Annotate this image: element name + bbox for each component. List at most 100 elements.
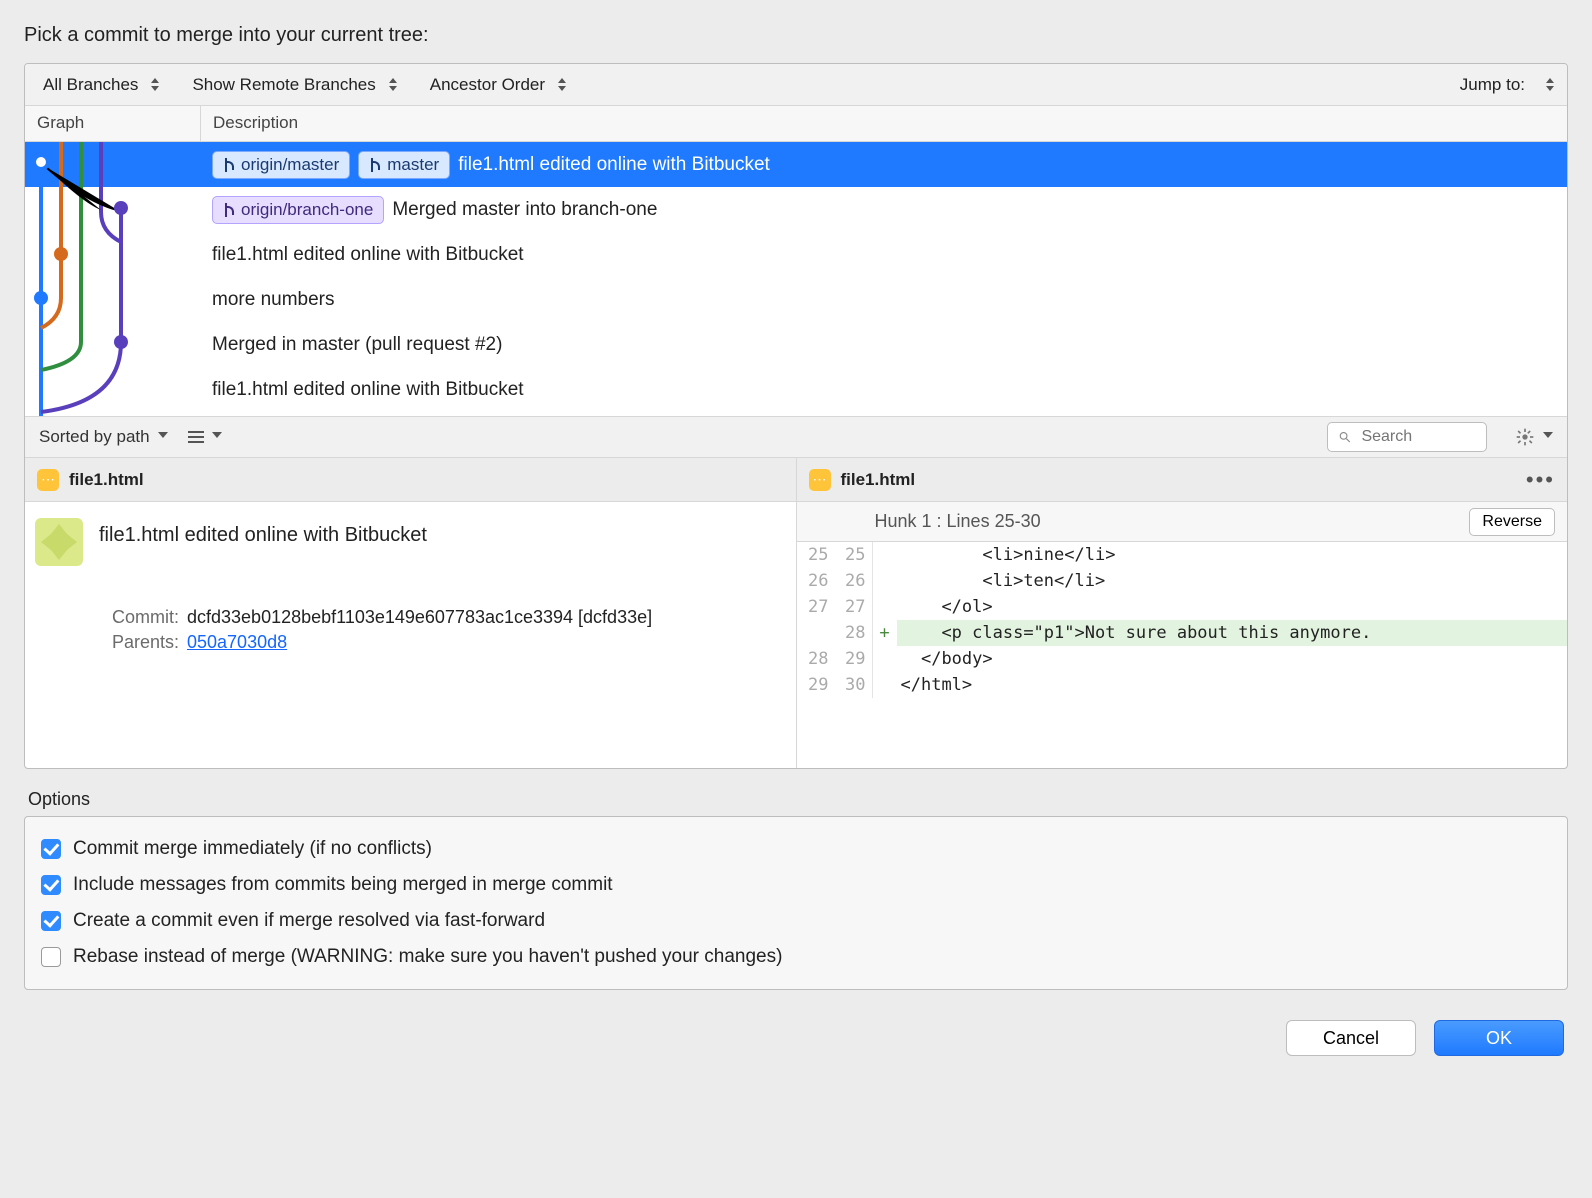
- graph-cell: [25, 322, 200, 367]
- option-row[interactable]: Include messages from commits being merg…: [41, 867, 1551, 903]
- graph-cell: [25, 367, 200, 412]
- remote-filter[interactable]: Show Remote Branches: [192, 75, 399, 95]
- options-title: Options: [28, 789, 1568, 810]
- order-filter-label: Ancestor Order: [430, 75, 545, 95]
- reverse-button[interactable]: Reverse: [1469, 508, 1555, 536]
- old-lineno: 26: [797, 568, 835, 594]
- options-group: Commit merge immediately (if no conflict…: [24, 816, 1568, 990]
- commit-row[interactable]: Merged in master (pull request #2): [25, 322, 1567, 367]
- diff-line[interactable]: 28+ <p class="p1">Not sure about this an…: [797, 620, 1568, 646]
- jump-to[interactable]: Jump to:: [1460, 75, 1525, 95]
- diff-code[interactable]: 2525 <li>nine</li>2626 <li>ten</li>2727 …: [797, 542, 1568, 698]
- commit-row[interactable]: origin/mastermasterfile1.html edited onl…: [25, 142, 1567, 187]
- file-header-right[interactable]: ⋯ file1.html •••: [797, 458, 1568, 502]
- file-name-right: file1.html: [841, 470, 916, 490]
- branch-icon: [223, 203, 235, 217]
- new-lineno: 26: [835, 568, 873, 594]
- description-column-header: Description: [200, 106, 1567, 141]
- option-label: Commit merge immediately (if no conflict…: [73, 838, 432, 860]
- commit-row[interactable]: more numbers: [25, 277, 1567, 322]
- diff-marker: [873, 594, 897, 620]
- option-row[interactable]: Create a commit even if merge resolved v…: [41, 903, 1551, 939]
- list-icon: [188, 431, 204, 443]
- commit-detail-pane: ⋯ file1.html file1.html edited online wi…: [25, 458, 796, 768]
- graph-column-header: Graph: [25, 106, 200, 141]
- parent-link[interactable]: 050a7030d8: [187, 632, 287, 653]
- search-icon: [1338, 429, 1351, 445]
- option-row[interactable]: Commit merge immediately (if no conflict…: [41, 831, 1551, 867]
- checkbox[interactable]: [41, 875, 61, 895]
- file-icon: ⋯: [809, 469, 831, 491]
- updown-icon[interactable]: [1543, 76, 1557, 94]
- settings-menu[interactable]: [1507, 427, 1553, 447]
- more-icon[interactable]: •••: [1526, 467, 1555, 493]
- search-input[interactable]: [1359, 427, 1476, 447]
- graph-cell: [25, 277, 200, 322]
- commit-desc: origin/branch-one Merged master into bran…: [200, 196, 1567, 224]
- new-lineno: 29: [835, 646, 873, 672]
- commit-row[interactable]: file1.html edited online with Bitbucket: [25, 367, 1567, 412]
- chevron-down-icon: [158, 432, 168, 442]
- view-mode[interactable]: [188, 431, 222, 443]
- checkbox[interactable]: [41, 911, 61, 931]
- ok-button[interactable]: OK: [1434, 1020, 1564, 1056]
- commit-row[interactable]: file1.html edited online with Bitbucket: [25, 232, 1567, 277]
- commit-desc: more numbers: [200, 289, 1567, 311]
- branch-tag[interactable]: origin/master: [212, 151, 350, 179]
- old-lineno: 27: [797, 594, 835, 620]
- cancel-button[interactable]: Cancel: [1286, 1020, 1416, 1056]
- updown-icon: [555, 76, 569, 94]
- diff-text: <li>ten</li>: [897, 568, 1568, 594]
- detail-toolbar: Sorted by path: [25, 416, 1567, 458]
- new-lineno: 30: [835, 672, 873, 698]
- hunk-header: Hunk 1 : Lines 25-30 Reverse: [797, 502, 1568, 542]
- commit-label: Commit:: [99, 607, 179, 628]
- search-box[interactable]: [1327, 422, 1487, 452]
- commit-row[interactable]: origin/branch-one Merged master into bran…: [25, 187, 1567, 232]
- commit-message: Merged master into branch-one: [392, 199, 657, 221]
- branch-tag[interactable]: master: [358, 151, 450, 179]
- new-lineno: 27: [835, 594, 873, 620]
- diff-line[interactable]: 2525 <li>nine</li>: [797, 542, 1568, 568]
- commit-desc: file1.html edited online with Bitbucket: [200, 244, 1567, 266]
- diff-line[interactable]: 2930 </html>: [797, 672, 1568, 698]
- diff-text: <li>nine</li>: [897, 542, 1568, 568]
- option-label: Rebase instead of merge (WARNING: make s…: [73, 946, 782, 968]
- commit-message: more numbers: [212, 289, 335, 311]
- dialog-title: Pick a commit to merge into your current…: [24, 24, 1568, 47]
- diff-marker: +: [873, 620, 897, 646]
- commit-list[interactable]: origin/master master file1.html edited onl…: [25, 142, 1567, 416]
- order-filter[interactable]: Ancestor Order: [430, 75, 569, 95]
- diff-marker: [873, 542, 897, 568]
- new-lineno: 25: [835, 542, 873, 568]
- sort-label: Sorted by path: [39, 427, 150, 447]
- old-lineno: 29: [797, 672, 835, 698]
- branch-tag-label: master: [387, 155, 439, 175]
- checkbox[interactable]: [41, 947, 61, 967]
- diff-text: </html>: [897, 672, 1568, 698]
- sort-dropdown[interactable]: Sorted by path: [39, 427, 168, 447]
- old-lineno: 28: [797, 646, 835, 672]
- diff-line[interactable]: 2626 <li>ten</li>: [797, 568, 1568, 594]
- diff-line[interactable]: 2727 </ol>: [797, 594, 1568, 620]
- filter-bar: All Branches Show Remote Branches Ancest…: [25, 64, 1567, 106]
- branch-filter[interactable]: All Branches: [43, 75, 162, 95]
- file-icon: ⋯: [37, 469, 59, 491]
- file-header-left[interactable]: ⋯ file1.html: [25, 458, 796, 502]
- new-lineno: 28: [835, 620, 873, 646]
- diff-line[interactable]: 2829 </body>: [797, 646, 1568, 672]
- commit-subject: file1.html edited online with Bitbucket: [99, 524, 786, 547]
- diff-marker: [873, 568, 897, 594]
- dialog-footer: Cancel OK: [24, 1020, 1568, 1056]
- commit-desc: file1.html edited online with Bitbucket: [200, 379, 1567, 401]
- option-row[interactable]: Rebase instead of merge (WARNING: make s…: [41, 939, 1551, 975]
- old-lineno: [797, 620, 835, 646]
- commit-desc: Merged in master (pull request #2): [200, 334, 1567, 356]
- branch-tag[interactable]: origin/branch-one: [212, 196, 384, 224]
- file-name-left: file1.html: [69, 470, 144, 490]
- chevron-down-icon: [1543, 432, 1553, 442]
- detail-split: ⋯ file1.html file1.html edited online wi…: [25, 458, 1567, 768]
- branch-tag-label: origin/master: [241, 155, 339, 175]
- checkbox[interactable]: [41, 839, 61, 859]
- commit-message: file1.html edited online with Bitbucket: [212, 244, 524, 266]
